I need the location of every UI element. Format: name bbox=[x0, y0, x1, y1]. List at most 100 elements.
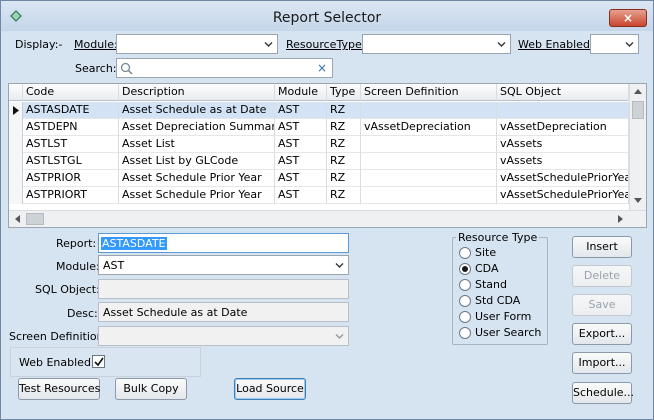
column-header-code[interactable]: Code bbox=[23, 84, 119, 101]
window-title: Report Selector bbox=[272, 10, 382, 26]
radio-label[interactable]: Stand bbox=[475, 278, 507, 291]
horizontal-scroll-thumb[interactable] bbox=[26, 213, 44, 225]
cell-module: AST bbox=[275, 136, 327, 153]
column-header-sql-object[interactable]: SQL Object bbox=[497, 84, 629, 101]
schedule-button[interactable]: Schedule... bbox=[572, 382, 634, 404]
radio-cda[interactable] bbox=[459, 263, 471, 275]
scroll-down-icon[interactable] bbox=[634, 198, 642, 204]
scroll-right-icon[interactable] bbox=[618, 215, 624, 223]
report-grid[interactable]: Code Description Module Type Screen Defi… bbox=[8, 83, 647, 228]
column-header-module[interactable]: Module bbox=[275, 84, 327, 101]
scroll-left-icon[interactable] bbox=[14, 215, 20, 223]
cell-sql-object: vAssets bbox=[497, 136, 629, 153]
module-label: Module: bbox=[56, 260, 100, 273]
radio-label[interactable]: CDA bbox=[475, 262, 498, 275]
load-source-button[interactable]: Load Source bbox=[234, 378, 306, 400]
insert-button[interactable]: Insert bbox=[572, 236, 632, 258]
table-row[interactable]: ASTPRIOR Asset Schedule Prior Year AST RZ vA… bbox=[9, 170, 629, 187]
radio-stand[interactable] bbox=[459, 279, 471, 291]
cell-screen-definition bbox=[361, 187, 497, 204]
filter-module-select[interactable] bbox=[116, 34, 278, 54]
cell-module: AST bbox=[275, 119, 327, 136]
filter-web-enabled-label: Web Enabled: bbox=[518, 38, 594, 51]
column-header-type[interactable]: Type bbox=[327, 84, 361, 101]
search-input[interactable]: × bbox=[116, 58, 333, 78]
screen-definition-select[interactable] bbox=[98, 326, 349, 346]
cell-description: Asset Schedule Prior Year bbox=[119, 187, 275, 204]
table-row[interactable]: ASTLST Asset List AST RZ vAssets bbox=[9, 136, 629, 153]
grid-vertical-scrollbar[interactable] bbox=[629, 84, 646, 210]
test-resources-button[interactable]: Test Resources bbox=[18, 378, 100, 400]
radio-site[interactable] bbox=[459, 247, 471, 259]
table-row[interactable]: ASTDEPN Asset Depreciation Summary AST RZ vA… bbox=[9, 119, 629, 136]
cell-sql-object: vAssets bbox=[497, 153, 629, 170]
desc-value: Asset Schedule as at Date bbox=[103, 306, 248, 319]
radio-user-form[interactable] bbox=[459, 311, 471, 323]
chevron-down-icon bbox=[335, 334, 344, 339]
sql-object-label: SQL Object: bbox=[35, 283, 100, 296]
filter-web-enabled-select[interactable] bbox=[590, 34, 639, 54]
sql-object-input[interactable] bbox=[98, 279, 349, 299]
chevron-down-icon bbox=[335, 263, 344, 268]
chevron-down-icon bbox=[264, 42, 273, 47]
cell-module: AST bbox=[275, 170, 327, 187]
cell-description: Asset Schedule as at Date bbox=[119, 102, 275, 119]
cell-screen-definition: vAssetDepreciation bbox=[361, 119, 497, 136]
radio-label[interactable]: User Search bbox=[475, 326, 541, 339]
cell-code: ASTPRIORT bbox=[23, 187, 119, 204]
search-label: Search: bbox=[75, 62, 117, 75]
cell-module: AST bbox=[275, 187, 327, 204]
import-button[interactable]: Import... bbox=[572, 352, 632, 374]
row-indicator[interactable] bbox=[9, 136, 23, 153]
radio-label[interactable]: Site bbox=[475, 246, 496, 259]
radio-std-cda[interactable] bbox=[459, 295, 471, 307]
cell-description: Asset Schedule Prior Year bbox=[119, 170, 275, 187]
table-row[interactable]: ASTASDATE Asset Schedule as at Date AST RZ bbox=[9, 102, 629, 119]
web-enabled-label: Web Enabled: bbox=[19, 356, 95, 369]
web-enabled-checkbox[interactable] bbox=[92, 355, 105, 368]
close-window-button[interactable]: × bbox=[609, 9, 647, 27]
radio-label[interactable]: User Form bbox=[475, 310, 531, 323]
save-button[interactable]: Save bbox=[572, 294, 632, 316]
display-label: Display:- bbox=[15, 38, 63, 51]
cell-description: Asset Depreciation Summary bbox=[119, 119, 275, 136]
chevron-down-icon bbox=[497, 42, 506, 47]
bulk-copy-button[interactable]: Bulk Copy bbox=[115, 378, 187, 400]
module-value: AST bbox=[103, 259, 125, 272]
radio-label[interactable]: Std CDA bbox=[475, 294, 520, 307]
grid-horizontal-scrollbar[interactable] bbox=[9, 210, 646, 227]
cell-screen-definition bbox=[361, 136, 497, 153]
cell-screen-definition bbox=[361, 153, 497, 170]
row-indicator[interactable] bbox=[9, 170, 23, 187]
scroll-up-icon[interactable] bbox=[634, 88, 642, 94]
filter-resourcetype-label: ResourceType: bbox=[286, 38, 366, 51]
row-indicator[interactable] bbox=[9, 153, 23, 170]
header-row-indicator bbox=[9, 84, 23, 101]
cell-description: Asset List by GLCode bbox=[119, 153, 275, 170]
report-input[interactable]: ASTASDATE bbox=[98, 233, 349, 253]
cell-code: ASTLST bbox=[23, 136, 119, 153]
cell-code: ASTPRIOR bbox=[23, 170, 119, 187]
current-row-arrow-icon bbox=[13, 106, 19, 115]
cell-sql-object: vAssetDepreciation bbox=[497, 119, 629, 136]
cell-type: RZ bbox=[327, 153, 361, 170]
column-header-description[interactable]: Description bbox=[119, 84, 275, 101]
column-header-screen-definition[interactable]: Screen Definition bbox=[361, 84, 497, 101]
clear-search-icon[interactable]: × bbox=[317, 61, 327, 75]
table-row[interactable]: ASTLSTGL Asset List by GLCode AST RZ vAssets bbox=[9, 153, 629, 170]
row-indicator[interactable] bbox=[9, 102, 23, 119]
radio-user-search[interactable] bbox=[459, 327, 471, 339]
filter-resourcetype-select[interactable] bbox=[362, 34, 511, 54]
vertical-scroll-thumb[interactable] bbox=[632, 101, 644, 119]
report-value: ASTASDATE bbox=[101, 237, 167, 250]
row-indicator[interactable] bbox=[9, 119, 23, 136]
delete-button[interactable]: Delete bbox=[572, 265, 632, 287]
search-icon bbox=[120, 62, 133, 75]
export-button[interactable]: Export... bbox=[572, 323, 632, 345]
resource-type-title: Resource Type bbox=[456, 231, 540, 244]
cell-code: ASTDEPN bbox=[23, 119, 119, 136]
table-row[interactable]: ASTPRIORT Asset Schedule Prior Year AST RZ v… bbox=[9, 187, 629, 204]
desc-input[interactable]: Asset Schedule as at Date bbox=[98, 302, 349, 322]
module-select[interactable]: AST bbox=[98, 255, 349, 275]
row-indicator[interactable] bbox=[9, 187, 23, 204]
